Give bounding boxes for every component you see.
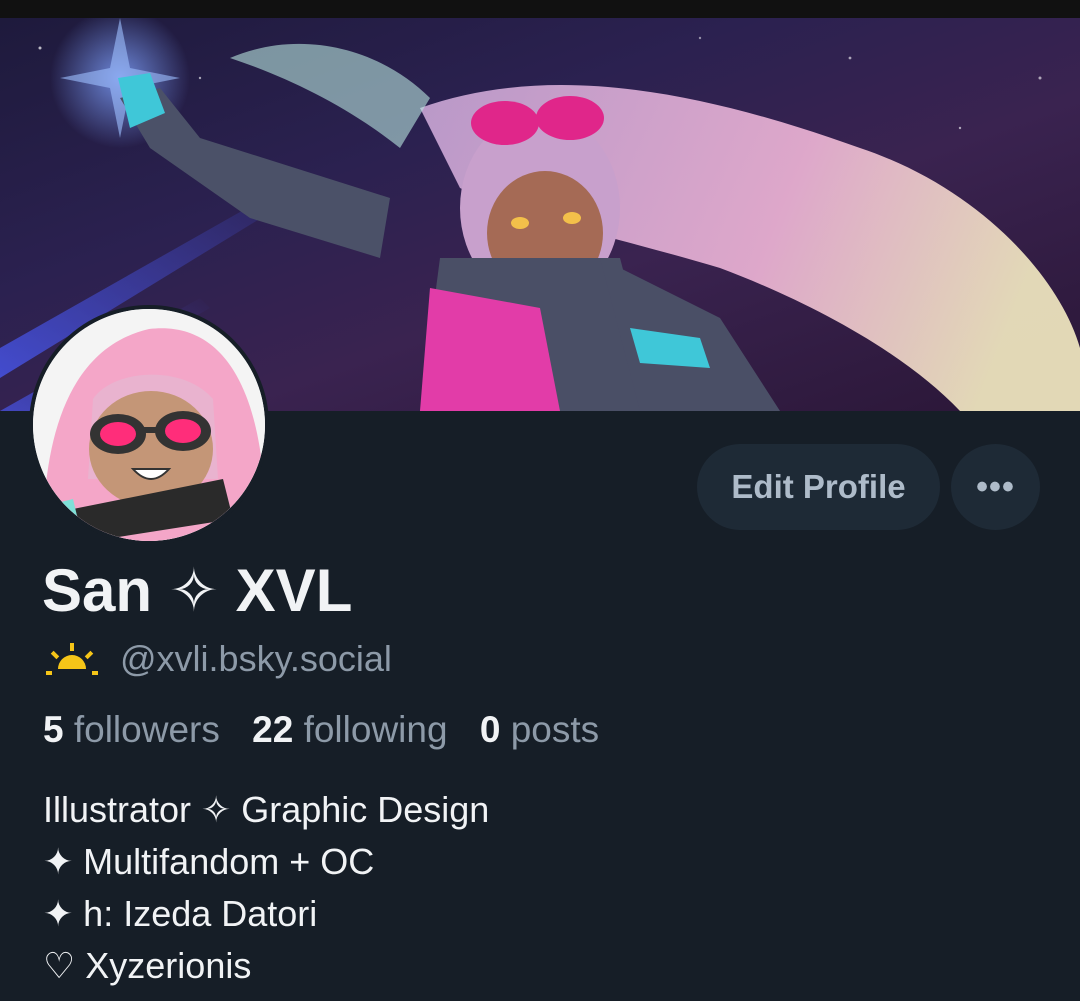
profile-bio: Illustrator ✧ Graphic Design ✦ Multifand…: [43, 784, 489, 992]
posts-count: 0: [479, 709, 501, 750]
handle-row: @xvli.bsky.social: [44, 637, 392, 681]
followers-stat[interactable]: 5 followers: [43, 709, 220, 750]
bio-line: Illustrator ✧ Graphic Design: [43, 789, 490, 830]
bio-line: ✦ h: Izeda Datori: [43, 893, 318, 934]
avatar-illustration: [33, 309, 265, 541]
edit-profile-button[interactable]: Edit Profile: [697, 444, 940, 530]
sun-icon: [46, 643, 98, 675]
following-count: 22: [252, 709, 294, 750]
profile-stats: 5 followers 22 following 0 posts: [43, 708, 599, 752]
avatar[interactable]: [29, 305, 269, 545]
more-options-button[interactable]: •••: [951, 444, 1040, 530]
posts-stat: 0 posts: [480, 709, 599, 750]
bio-line: ✦ Multifandom + OC: [43, 841, 375, 882]
handle[interactable]: @xvli.bsky.social: [120, 638, 392, 680]
following-label: following: [303, 709, 448, 750]
followers-label: followers: [73, 709, 220, 750]
following-stat[interactable]: 22 following: [252, 709, 447, 750]
posts-label: posts: [510, 709, 600, 750]
bio-line: ♡ Xyzerionis: [43, 945, 252, 986]
followers-count: 5: [43, 709, 64, 750]
status-bar: [0, 0, 1080, 18]
display-name: San ✧ XVL: [42, 557, 353, 624]
